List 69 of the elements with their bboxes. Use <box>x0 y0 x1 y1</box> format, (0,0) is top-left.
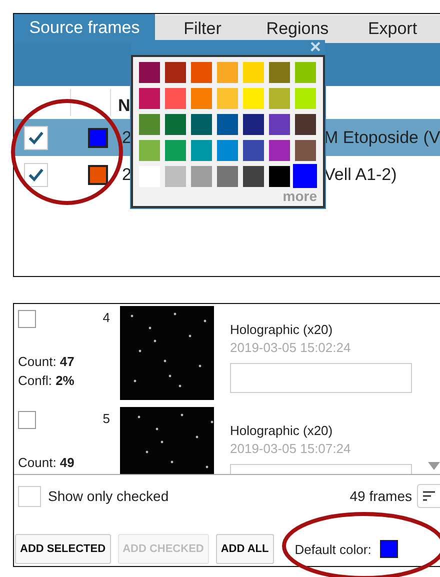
frame-date: 2019-03-05 15:07:24 <box>230 441 352 456</box>
sort-button[interactable] <box>417 484 440 508</box>
color-swatch[interactable] <box>139 88 160 109</box>
color-swatch[interactable] <box>139 114 160 135</box>
color-swatch[interactable] <box>191 88 212 109</box>
color-swatch[interactable] <box>217 88 238 109</box>
color-swatch[interactable] <box>165 140 186 161</box>
color-swatch[interactable] <box>165 62 186 83</box>
checkbox[interactable] <box>24 162 48 186</box>
color-swatch[interactable] <box>295 140 316 161</box>
color-swatch[interactable] <box>88 128 108 148</box>
row-name: 2 <box>122 164 132 184</box>
color-swatch[interactable] <box>269 140 290 161</box>
check-icon <box>27 128 45 146</box>
color-swatch[interactable] <box>217 62 238 83</box>
color-swatch[interactable] <box>139 140 160 161</box>
color-swatch[interactable] <box>293 164 317 188</box>
column-header: N <box>118 96 130 116</box>
row-name: Vell A1-2) <box>324 164 397 184</box>
default-color-label: Default color: <box>294 542 372 556</box>
checkbox[interactable] <box>18 486 41 506</box>
color-swatch[interactable] <box>88 164 108 184</box>
action-button[interactable]: ADD SELECTED <box>15 534 111 564</box>
color-swatch[interactable] <box>165 88 186 109</box>
tab[interactable]: Regions <box>250 15 345 43</box>
color-swatch[interactable] <box>217 114 238 135</box>
color-swatch[interactable] <box>191 114 212 135</box>
checkbox[interactable] <box>24 126 48 150</box>
checkbox-label: Show only checked <box>48 488 169 504</box>
color-swatch[interactable] <box>269 166 290 187</box>
count-label: Count: 49 <box>18 454 76 472</box>
color-swatch[interactable] <box>217 166 238 187</box>
color-swatch[interactable] <box>269 62 290 83</box>
color-swatch[interactable] <box>191 166 212 187</box>
tab[interactable]: Source frames <box>14 14 155 43</box>
action-button[interactable]: ADD ALL <box>216 534 274 564</box>
count-label: Count: 47 <box>18 353 76 371</box>
color-swatch[interactable] <box>243 114 264 135</box>
color-swatch[interactable] <box>295 62 316 83</box>
color-swatch[interactable] <box>295 88 316 109</box>
tab[interactable]: Export <box>345 15 440 43</box>
color-swatch[interactable] <box>243 62 264 83</box>
frame-number: 5 <box>102 411 110 428</box>
checkbox[interactable] <box>18 310 36 328</box>
frame-count: 49 frames <box>350 488 412 504</box>
color-swatch[interactable] <box>295 114 316 135</box>
scroll-down-icon[interactable] <box>428 462 440 470</box>
color-swatch[interactable] <box>269 88 290 109</box>
frame-title: Holographic (x20) <box>230 322 334 337</box>
color-swatch[interactable] <box>191 140 212 161</box>
color-swatch[interactable] <box>165 166 186 187</box>
color-swatch[interactable] <box>243 166 264 187</box>
color-swatch[interactable] <box>243 140 264 161</box>
frame-number: 4 <box>102 310 110 327</box>
color-swatch[interactable] <box>380 540 398 558</box>
confluence-label: Confl: 2% <box>18 372 76 390</box>
input-field[interactable] <box>230 363 412 393</box>
color-swatch[interactable] <box>269 114 290 135</box>
row-name: 2 <box>122 128 132 148</box>
checkbox[interactable] <box>18 411 36 429</box>
color-swatch[interactable] <box>217 140 238 161</box>
color-swatch[interactable] <box>165 114 186 135</box>
frame-date: 2019-03-05 15:02:24 <box>230 340 352 355</box>
color-swatch[interactable] <box>191 62 212 83</box>
check-icon <box>27 166 45 184</box>
sort-icon <box>423 491 435 501</box>
color-swatch[interactable] <box>243 88 264 109</box>
frame-title: Holographic (x20) <box>230 423 334 438</box>
color-swatch[interactable] <box>139 62 160 83</box>
